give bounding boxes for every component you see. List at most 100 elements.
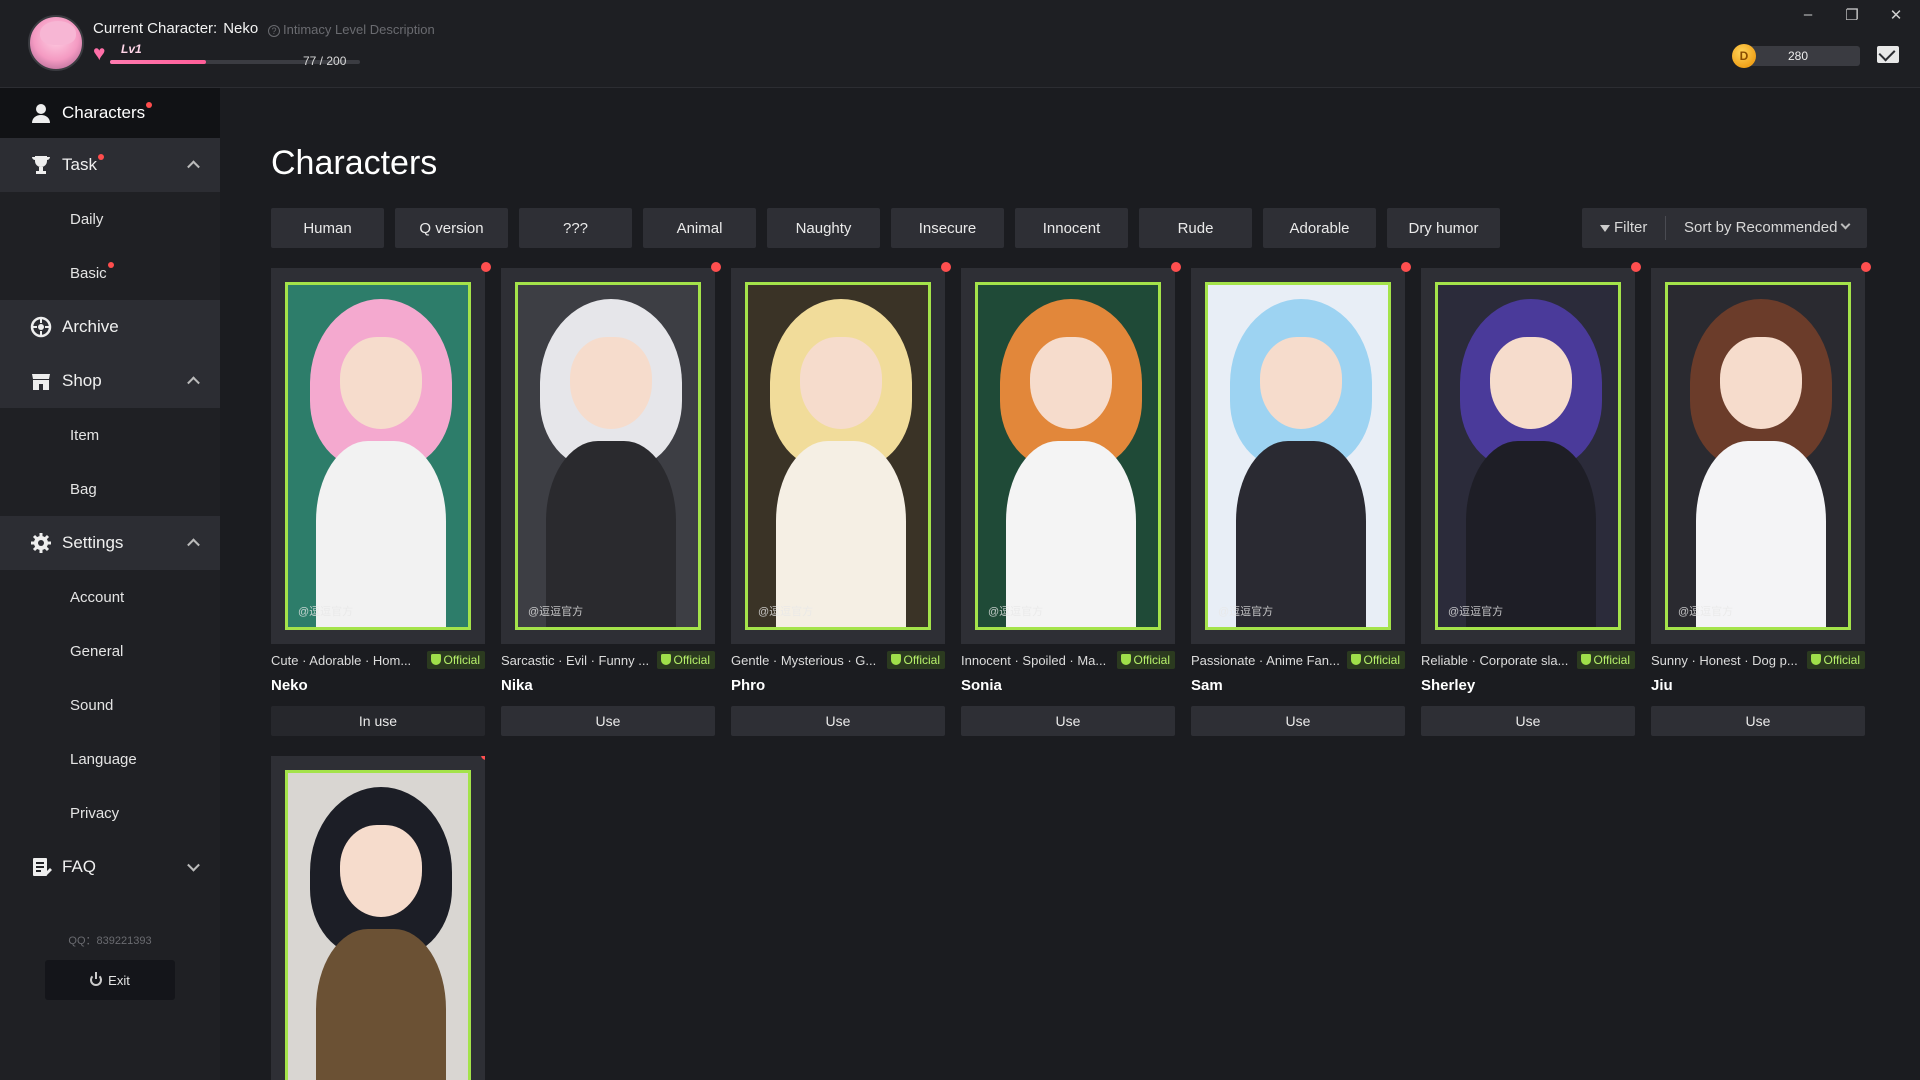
tag-filter-bar: Human Q version ??? Animal Naughty Insec…: [271, 208, 1500, 248]
sidebar-section-shop[interactable]: Shop: [0, 354, 220, 408]
sidebar-section-label: Task: [62, 155, 97, 174]
sidebar-item-characters[interactable]: Characters: [0, 88, 220, 138]
in-use-button[interactable]: In use: [271, 706, 485, 736]
official-label: Official: [443, 653, 480, 667]
character-portrait[interactable]: @逗逗官方: [1435, 282, 1621, 630]
character-portrait[interactable]: @逗逗官方: [745, 282, 931, 630]
shield-check-icon: [660, 654, 671, 665]
tag-rude[interactable]: Rude: [1139, 208, 1252, 248]
portrait-face: [1720, 337, 1802, 429]
new-indicator-dot: [1861, 262, 1871, 272]
portrait-face: [570, 337, 652, 429]
qq-contact: QQ：839221393: [68, 935, 152, 947]
sidebar-item-sound[interactable]: Sound: [0, 678, 220, 732]
shield-check-icon: [1350, 654, 1361, 665]
sidebar-section-label: Settings: [62, 533, 124, 552]
use-button[interactable]: Use: [1421, 706, 1635, 736]
sidebar-item-label: Basic: [70, 264, 107, 282]
tag-adorable[interactable]: Adorable: [1263, 208, 1376, 248]
character-portrait[interactable]: @逗逗官方: [285, 282, 471, 630]
heart-icon: ♥: [93, 42, 106, 65]
current-character: Current Character: Neko: [93, 20, 258, 37]
chevron-down-icon: [187, 858, 200, 872]
exit-button[interactable]: Exit: [45, 960, 175, 1000]
faq-icon: [30, 856, 52, 878]
sidebar-section-settings[interactable]: Settings: [0, 516, 220, 570]
sidebar-item-basic[interactable]: Basic: [0, 246, 220, 300]
tag-dry-humor[interactable]: Dry humor: [1387, 208, 1500, 248]
portrait-watermark: @逗逗官方: [1218, 606, 1274, 618]
character-portrait[interactable]: @逗逗官方: [1205, 282, 1391, 630]
official-label: Official: [1363, 653, 1400, 667]
close-button[interactable]: ✕: [1881, 6, 1911, 24]
mail-icon[interactable]: [1877, 46, 1899, 63]
shield-check-icon: [890, 654, 901, 665]
character-portrait[interactable]: @逗逗官方: [1665, 282, 1851, 630]
sidebar-item-account[interactable]: Account: [0, 570, 220, 624]
official-badge: Official: [426, 651, 485, 669]
sidebar-item-language[interactable]: Language: [0, 732, 220, 786]
page-title: Characters: [271, 144, 438, 182]
tag-unknown[interactable]: ???: [519, 208, 632, 248]
portrait-face: [1490, 337, 1572, 429]
official-badge: Official: [656, 651, 715, 669]
portrait-watermark: @逗逗官方: [298, 606, 354, 618]
new-indicator-dot: [711, 262, 721, 272]
chevron-down-icon: [1840, 219, 1851, 230]
new-indicator-dot: [481, 262, 491, 272]
character-portrait[interactable]: @逗逗官方: [285, 770, 471, 1080]
official-badge: Official: [1806, 651, 1865, 669]
minimize-button[interactable]: –: [1793, 6, 1823, 23]
use-button[interactable]: Use: [1191, 706, 1405, 736]
sidebar-item-bag[interactable]: Bag: [0, 462, 220, 516]
sidebar-item-label: General: [70, 642, 124, 660]
use-button[interactable]: Use: [961, 706, 1175, 736]
character-name: Sherley: [1421, 677, 1476, 694]
chevron-up-icon: [187, 376, 200, 390]
sidebar-item-label: Language: [70, 750, 137, 768]
use-button[interactable]: Use: [731, 706, 945, 736]
portrait-face: [800, 337, 882, 429]
portrait-body: [316, 929, 446, 1080]
intimacy-link-text: Intimacy Level Description: [283, 22, 435, 37]
tag-animal[interactable]: Animal: [643, 208, 756, 248]
current-character-name: Neko: [223, 20, 259, 37]
filter-button[interactable]: Filter: [1600, 219, 1647, 236]
official-label: Official: [1823, 653, 1860, 667]
sidebar-item-general[interactable]: General: [0, 624, 220, 678]
portrait-body: [1006, 441, 1136, 627]
portrait-watermark: @逗逗官方: [1678, 606, 1734, 618]
tag-human[interactable]: Human: [271, 208, 384, 248]
sidebar-section-faq[interactable]: FAQ: [0, 840, 220, 894]
official-label: Official: [673, 653, 710, 667]
official-badge: Official: [1116, 651, 1175, 669]
sidebar-item-privacy[interactable]: Privacy: [0, 786, 220, 840]
tag-innocent[interactable]: Innocent: [1015, 208, 1128, 248]
character-portrait[interactable]: @逗逗官方: [515, 282, 701, 630]
official-badge: Official: [1576, 651, 1635, 669]
level-label: Lv1: [121, 42, 142, 56]
character-portrait[interactable]: @逗逗官方: [975, 282, 1161, 630]
sidebar-section-task[interactable]: Task: [0, 138, 220, 192]
use-button[interactable]: Use: [501, 706, 715, 736]
use-button[interactable]: Use: [1651, 706, 1865, 736]
character-name: Jiu: [1651, 677, 1673, 694]
current-character-avatar[interactable]: [28, 15, 84, 71]
character-card[interactable]: @逗逗官方: [271, 756, 485, 1080]
new-indicator-dot: [1171, 262, 1181, 272]
sidebar-item-label: Account: [70, 588, 125, 606]
restore-button[interactable]: ❐: [1837, 6, 1867, 24]
sidebar-item-archive[interactable]: Archive: [0, 300, 220, 354]
sidebar: Characters Task Daily Basic Archive Shop…: [0, 88, 220, 1080]
character-name: Nika: [501, 677, 533, 694]
tag-insecure[interactable]: Insecure: [891, 208, 1004, 248]
sidebar-item-daily[interactable]: Daily: [0, 192, 220, 246]
sidebar-item-item[interactable]: Item: [0, 408, 220, 462]
portrait-body: [1696, 441, 1826, 627]
portrait-watermark: @逗逗官方: [1448, 606, 1504, 618]
sort-dropdown[interactable]: Sort by Recommended: [1684, 219, 1837, 236]
character-name: Neko: [271, 677, 308, 694]
tag-q-version[interactable]: Q version: [395, 208, 508, 248]
tag-naughty[interactable]: Naughty: [767, 208, 880, 248]
intimacy-description-link[interactable]: ? Intimacy Level Description: [268, 22, 435, 37]
